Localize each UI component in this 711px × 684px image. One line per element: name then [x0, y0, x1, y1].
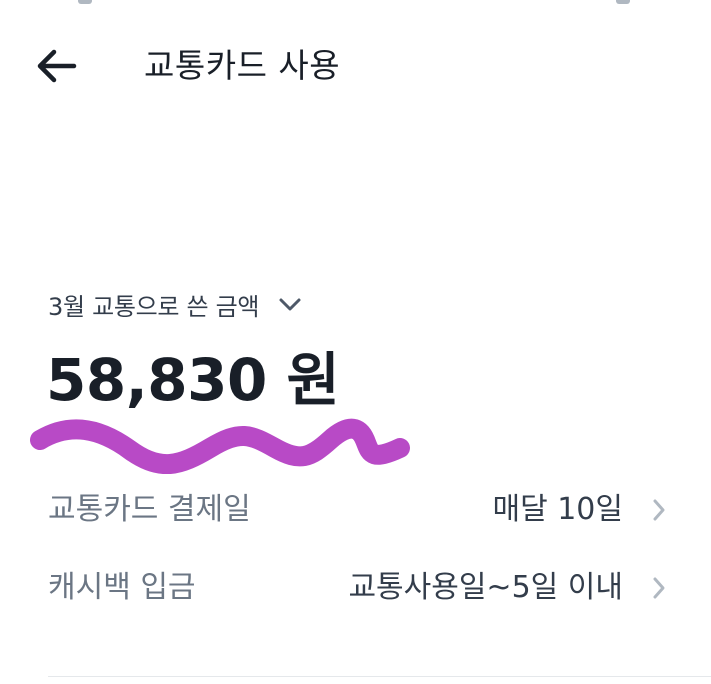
period-dropdown[interactable]: 3월 교통으로 쓴 금액: [48, 284, 303, 324]
chevron-right-icon: [653, 577, 665, 599]
chevron-down-icon: [279, 298, 301, 311]
payment-date-row[interactable]: 교통카드 결제일 매달 10일: [0, 480, 711, 540]
status-bar-fragment: [78, 0, 92, 4]
total-amount: 58,830 원: [46, 346, 340, 414]
back-button[interactable]: [30, 44, 86, 88]
cashback-deposit-value: 교통사용일~5일 이내: [348, 570, 623, 605]
payment-date-label: 교통카드 결제일: [48, 492, 251, 527]
payment-date-value: 매달 10일: [492, 492, 623, 527]
period-label: 3월 교통으로 쓴 금액: [48, 292, 260, 321]
cashback-deposit-label: 캐시백 입금: [48, 570, 196, 605]
chevron-right-icon: [653, 499, 665, 521]
section-divider: [48, 676, 711, 677]
redaction-scribble: [30, 418, 410, 474]
cashback-deposit-row[interactable]: 캐시백 입금 교통사용일~5일 이내: [0, 558, 711, 618]
arrow-left-icon: [37, 49, 77, 83]
status-bar-fragment: [616, 0, 630, 4]
page-title: 교통카드 사용: [144, 46, 341, 85]
top-app-bar: 교통카드 사용: [0, 30, 711, 100]
